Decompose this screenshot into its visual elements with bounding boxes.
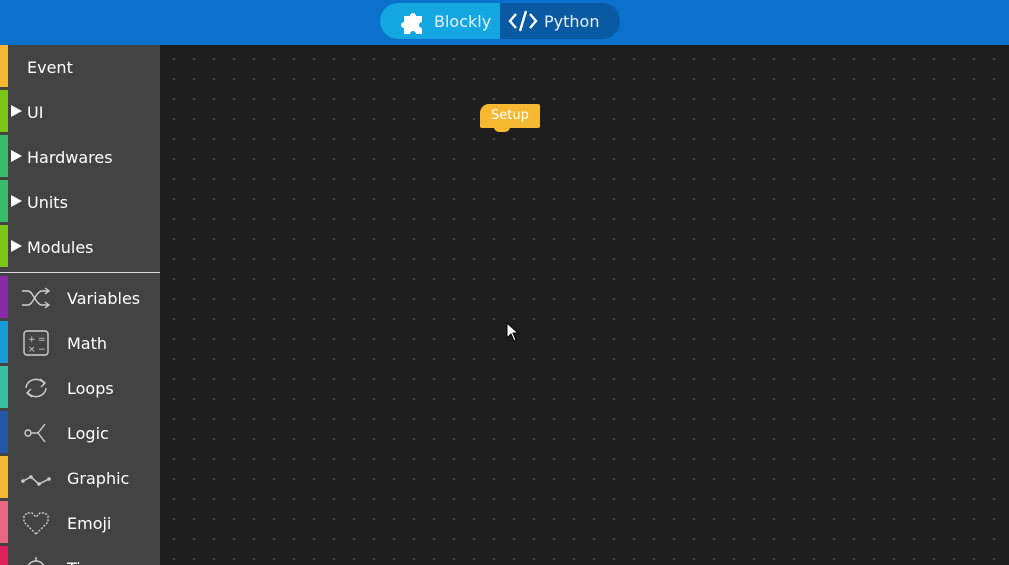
view-toggle: Blockly Python bbox=[380, 3, 620, 39]
expand-arrow-icon[interactable] bbox=[11, 195, 22, 207]
category-timer[interactable]: Ti bbox=[0, 546, 160, 565]
category-emoji[interactable]: Emoji bbox=[0, 501, 160, 546]
category-math[interactable]: + = × − Math bbox=[0, 321, 160, 366]
branch-icon bbox=[24, 423, 46, 443]
tab-blockly-label: Blockly bbox=[434, 11, 492, 31]
category-logic[interactable]: Logic bbox=[0, 411, 160, 456]
shuffle-icon bbox=[22, 287, 51, 309]
category-modules[interactable]: Modules bbox=[0, 225, 160, 270]
svg-text:=: = bbox=[38, 335, 46, 345]
setup-block-label: Setup bbox=[491, 108, 529, 123]
category-hardwares[interactable]: Hardwares bbox=[0, 135, 160, 180]
svg-text:−: − bbox=[38, 345, 46, 355]
toolbox-sidebar: Event UI Hardwares Units Modules Variabl… bbox=[0, 45, 160, 565]
category-color-bar bbox=[0, 501, 8, 543]
category-event[interactable]: Event bbox=[0, 45, 160, 90]
category-color-bar bbox=[0, 135, 8, 177]
category-label: Event bbox=[27, 58, 73, 77]
code-icon bbox=[508, 10, 538, 32]
category-color-bar bbox=[0, 45, 8, 87]
toolbox-separator bbox=[0, 272, 160, 273]
category-color-bar bbox=[0, 225, 8, 267]
expand-arrow-icon[interactable] bbox=[11, 240, 22, 252]
category-color-bar bbox=[0, 456, 8, 498]
category-color-bar bbox=[0, 90, 8, 132]
category-label: Modules bbox=[27, 238, 94, 257]
calculator-icon: + = × − bbox=[23, 330, 49, 356]
timer-icon bbox=[27, 557, 45, 565]
category-label: Logic bbox=[67, 424, 109, 443]
category-label: Emoji bbox=[67, 514, 112, 533]
svg-text:+: + bbox=[28, 335, 36, 345]
tab-python[interactable]: Python bbox=[500, 3, 620, 39]
category-color-bar bbox=[0, 276, 8, 318]
category-label: Variables bbox=[67, 289, 141, 308]
category-color-bar bbox=[0, 321, 8, 363]
category-label: Math bbox=[67, 334, 108, 353]
mouse-pointer-icon bbox=[506, 322, 520, 342]
expand-arrow-icon[interactable] bbox=[11, 150, 22, 162]
category-label: Ti bbox=[67, 559, 81, 565]
tab-blockly[interactable]: Blockly bbox=[380, 3, 500, 39]
svg-text:×: × bbox=[28, 345, 36, 355]
category-variables[interactable]: Variables bbox=[0, 276, 160, 321]
category-color-bar bbox=[0, 366, 8, 408]
blockly-workspace[interactable]: Setup bbox=[160, 45, 1009, 565]
category-loops[interactable]: Loops bbox=[0, 366, 160, 411]
category-graphic[interactable]: Graphic bbox=[0, 456, 160, 501]
setup-block[interactable]: Setup bbox=[480, 104, 540, 132]
heart-icon bbox=[23, 512, 49, 535]
block-notch bbox=[494, 127, 510, 132]
tab-python-label: Python bbox=[544, 11, 600, 31]
category-units[interactable]: Units bbox=[0, 180, 160, 225]
top-bar: Blockly Python bbox=[0, 0, 1009, 45]
category-color-bar bbox=[0, 546, 8, 565]
graph-icon bbox=[21, 475, 51, 486]
expand-arrow-icon[interactable] bbox=[11, 105, 22, 117]
category-label: Units bbox=[27, 193, 68, 212]
category-label: Loops bbox=[67, 379, 114, 398]
category-color-bar bbox=[0, 180, 8, 222]
category-color-bar bbox=[0, 411, 8, 453]
puzzle-icon bbox=[401, 13, 422, 34]
category-label: UI bbox=[27, 103, 44, 122]
category-ui[interactable]: UI bbox=[0, 90, 160, 135]
category-label: Hardwares bbox=[27, 148, 113, 167]
loop-icon bbox=[25, 378, 47, 398]
category-label: Graphic bbox=[67, 469, 130, 488]
